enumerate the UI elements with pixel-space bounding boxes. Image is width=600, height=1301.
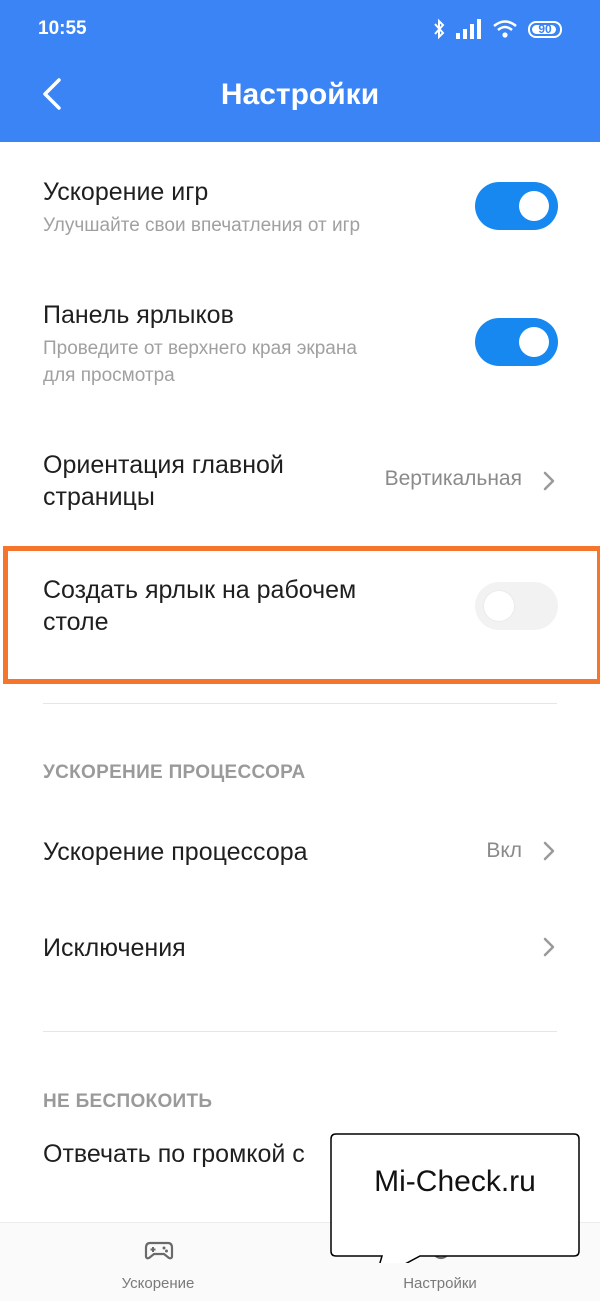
wifi-icon [493,20,517,38]
page-title: Настройки [220,78,380,111]
setting-subtitle: для просмотра [43,365,175,386]
gamepad-icon [144,1241,174,1260]
battery-icon: 90 [528,20,562,38]
chevron-right-icon [543,841,555,861]
setting-title: Панель ярлыков [43,301,234,329]
section-header-cpu: УСКОРЕНИЕ ПРОЦЕССОРА [43,762,306,783]
divider [43,703,557,704]
nav-tab-boost[interactable]: Ускорение [8,1223,308,1301]
setting-subtitle: Проведите от верхнего края экрана [43,338,357,359]
battery-level: 90 [538,22,552,36]
watermark-text: Mi-Check.ru [374,1165,536,1198]
shortcut-panel-toggle[interactable] [475,318,558,366]
setting-title: Ориентация главной [43,451,284,479]
setting-cpu-boost[interactable]: Ускорение процессора Вкл [0,822,600,882]
app-header: 10:55 90 Настройки [0,0,600,142]
setting-title: Ускорение игр [43,178,209,206]
nav-label: Настройки [403,1275,477,1292]
divider [43,1031,557,1032]
setting-title: Исключения [43,934,186,962]
setting-game-boost[interactable]: Ускорение игр Улучшайте свои впечатления… [0,172,600,262]
setting-subtitle: Улучшайте свои впечатления от игр [43,215,361,236]
cpu-boost-value: Вкл [486,839,522,862]
nav-label: Ускорение [121,1275,195,1292]
chevron-right-icon [543,471,555,491]
setting-title: страницы [43,483,155,511]
status-icons: 90 [432,16,562,42]
setting-title: Отвечать по громкой с [43,1140,305,1168]
game-boost-toggle[interactable] [475,182,558,230]
section-header-dnd: НЕ БЕСПОКОИТЬ [43,1091,213,1112]
setting-exceptions[interactable]: Исключения [0,918,600,978]
orientation-value: Вертикальная [384,467,522,490]
bluetooth-icon [434,18,445,40]
setting-shortcut-panel[interactable]: Панель ярлыков Проведите от верхнего кра… [0,297,600,397]
chevron-right-icon [543,937,555,957]
setting-title: Ускорение процессора [43,838,308,866]
settings-list: Ускорение игр Улучшайте свои впечатления… [0,142,600,1222]
highlight-frame [3,546,600,684]
status-time: 10:55 [38,18,87,39]
signal-icon [456,19,481,39]
setting-orientation[interactable]: Ориентация главной страницы Вертикальная [0,447,600,527]
